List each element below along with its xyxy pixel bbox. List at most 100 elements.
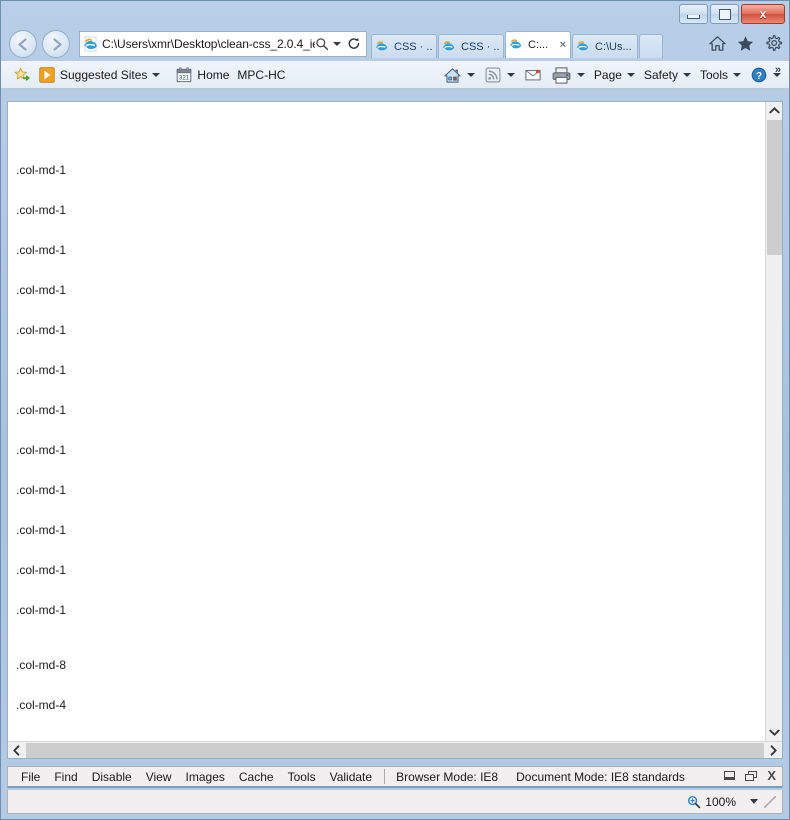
address-bar[interactable]: C:\Users\xmr\Desktop\clean-css_2.0.4_ie8… (79, 31, 367, 57)
devtools-menu-cache[interactable]: Cache (232, 770, 281, 784)
browser-tab[interactable]: C:\Us... (572, 34, 638, 58)
tab-label: CSS · ... (461, 40, 500, 53)
window-maximize-button[interactable] (710, 4, 739, 24)
chevron-left-icon (13, 745, 20, 756)
command-feeds-button[interactable] (480, 64, 519, 86)
page-content: .col-md-1 .col-md-1 .col-md-1 .col-md-1 … (8, 102, 765, 741)
chevron-right-icon (770, 745, 777, 756)
status-bar: 100% (7, 790, 783, 814)
window-close-button[interactable]: x (741, 4, 785, 24)
column-row: .col-md-1 (16, 603, 67, 617)
address-bar-icons (315, 37, 364, 51)
devtools-menu-view[interactable]: View (139, 770, 179, 784)
tab-label: CSS · ... (394, 40, 433, 53)
scroll-right-button[interactable] (765, 742, 782, 758)
page-top-spacer (8, 102, 765, 150)
chevron-down-icon[interactable] (773, 73, 781, 77)
scroll-down-button[interactable] (766, 724, 782, 741)
column-row: .col-md-1 (16, 483, 67, 497)
svg-text:321: 321 (179, 75, 190, 81)
command-home-button[interactable] (439, 64, 479, 86)
command-print-button[interactable] (547, 64, 589, 86)
new-tab-button[interactable] (639, 34, 663, 58)
devtools-menu-validate[interactable]: Validate (323, 770, 379, 784)
chevron-down-icon[interactable] (506, 73, 515, 77)
browser-mode-label[interactable]: Browser Mode: IE8 (390, 770, 504, 784)
column-row: .col-md-1 (16, 403, 67, 417)
chevron-down-icon[interactable] (333, 42, 341, 46)
devtools-restore-icon[interactable] (745, 770, 758, 781)
row-separator (8, 630, 765, 645)
favorites-item-label: Home (197, 67, 230, 82)
favorites-star-icon[interactable] (736, 34, 755, 53)
browser-tab[interactable]: CSS · ... (438, 34, 504, 58)
favorites-item-home[interactable]: 321 Home (172, 64, 233, 86)
zoom-level-label: 100% (705, 794, 736, 809)
resize-grip[interactable] (764, 795, 776, 808)
vertical-scrollbar-thumb[interactable] (767, 120, 782, 255)
search-icon[interactable] (315, 37, 329, 51)
command-help-menu[interactable]: ? (746, 64, 785, 86)
ie-logo-icon (442, 39, 458, 55)
devtools-separator (384, 769, 386, 784)
command-tools-menu[interactable]: Tools (696, 64, 745, 86)
document-mode-label[interactable]: Document Mode: IE8 standards (510, 770, 691, 784)
devtools-menu-disable[interactable]: Disable (85, 770, 139, 784)
horizontal-scrollbar-thumb[interactable] (26, 743, 764, 758)
devtools-minimize-icon[interactable] (724, 771, 736, 780)
arrow-right-icon (52, 37, 62, 51)
tab-strip: CSS · ... CSS · ... C:... × C:\Us... (371, 31, 664, 58)
forward-button[interactable] (42, 30, 70, 58)
developer-toolbar: File Find Disable View Images Cache Tool… (7, 766, 783, 788)
refresh-icon[interactable] (347, 37, 362, 51)
column-row: .col-md-1 (16, 563, 67, 577)
window-controls: x (679, 4, 785, 24)
column-row: .col-md-4 (16, 698, 67, 712)
address-input[interactable]: C:\Users\xmr\Desktop\clean-css_2.0.4_ie8… (102, 37, 315, 51)
command-page-menu[interactable]: Page (590, 64, 639, 86)
chevron-down-icon[interactable] (626, 73, 635, 77)
devtools-menu-tools[interactable]: Tools (281, 770, 323, 784)
chevron-down-icon[interactable] (750, 799, 758, 804)
favorites-item-label: MPC-HC (237, 67, 286, 82)
command-safety-label: Safety (643, 68, 678, 82)
back-button[interactable] (9, 30, 37, 58)
zoom-control[interactable]: 100% (687, 795, 758, 809)
vertical-scrollbar[interactable] (765, 102, 782, 741)
chevron-down-icon[interactable] (682, 73, 691, 77)
scroll-up-button[interactable] (766, 102, 782, 119)
chevron-down-icon[interactable] (152, 72, 161, 77)
ie-logo-icon (509, 37, 525, 53)
tab-close-icon[interactable]: × (559, 39, 567, 51)
column-row: .col-md-8 (16, 658, 67, 672)
column-row: .col-md-1 (16, 283, 67, 297)
tab-label: C:... (528, 39, 549, 51)
favorites-item-suggested-sites[interactable]: Suggested Sites (35, 64, 164, 86)
add-to-favorites-button[interactable] (9, 64, 35, 86)
svg-text:?: ? (756, 71, 762, 82)
calendar-icon: 321 (177, 67, 192, 82)
browser-tab[interactable]: CSS · ... (371, 34, 437, 58)
chevron-down-icon[interactable] (733, 73, 741, 77)
favorites-item-mpc-hc[interactable]: MPC-HC (233, 64, 289, 86)
devtools-menu-images[interactable]: Images (179, 770, 232, 784)
zoom-magnifier-icon (688, 795, 701, 808)
column-row: .col-md-1 (16, 163, 67, 177)
chevron-down-icon[interactable] (576, 73, 585, 77)
horizontal-scrollbar[interactable] (8, 741, 782, 758)
command-mail-button[interactable] (520, 64, 546, 86)
gear-settings-icon[interactable] (764, 34, 783, 53)
devtools-menu-find[interactable]: Find (47, 770, 84, 784)
add-favorites-star-icon (14, 66, 30, 81)
minimize-icon (687, 14, 700, 19)
chevron-down-icon[interactable] (466, 73, 475, 77)
window-minimize-button[interactable] (679, 4, 708, 24)
command-safety-menu[interactable]: Safety (640, 64, 695, 86)
close-icon: x (759, 7, 767, 21)
devtools-close-icon[interactable]: X (767, 769, 776, 782)
scroll-left-button[interactable] (8, 742, 25, 758)
column-row: .col-md-1 (16, 243, 67, 257)
browser-tab-active[interactable]: C:... × (505, 31, 571, 58)
devtools-menu-file[interactable]: File (14, 770, 47, 784)
home-icon[interactable] (708, 34, 727, 53)
